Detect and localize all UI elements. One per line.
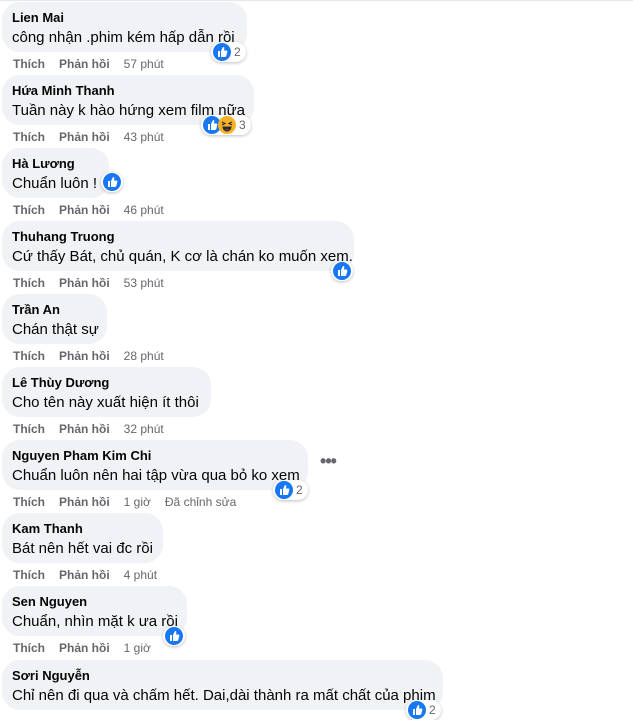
comment-actions: Thích Phản hồi 1 giờ Đã chỉnh sửa <box>13 494 250 510</box>
comment-author[interactable]: Sen Nguyen <box>12 594 177 610</box>
reaction-summary[interactable]: 3 <box>201 115 251 135</box>
comment-time[interactable]: 1 giờ <box>124 495 151 509</box>
reaction-count: 3 <box>239 118 246 132</box>
like-button[interactable]: Thích <box>13 57 45 71</box>
comment-author[interactable]: Lien Mai <box>12 10 237 26</box>
like-button[interactable]: Thích <box>13 203 45 217</box>
reply-button[interactable]: Phản hồi <box>59 422 110 436</box>
comment-bubble: Sen Nguyen Chuẩn, nhìn mặt k ưa rồi <box>2 586 187 636</box>
like-icon <box>408 701 426 719</box>
comment-actions: Thích Phản hồi 28 phút <box>13 348 178 364</box>
like-icon <box>213 43 231 61</box>
haha-icon <box>218 116 236 134</box>
top-divider <box>0 0 633 1</box>
reply-button[interactable]: Phản hồi <box>59 130 110 144</box>
comment-time[interactable]: 32 phút <box>124 422 164 436</box>
like-button[interactable]: Thích <box>13 276 45 290</box>
comment-author[interactable]: Hứa Minh Thanh <box>12 83 244 99</box>
reaction-summary[interactable]: 2 <box>273 480 308 500</box>
reply-button[interactable]: Phản hồi <box>59 495 110 509</box>
comment-actions: Thích Phản hồi 57 phút <box>13 56 178 72</box>
comment-text: công nhận .phim kém hấp dẫn rồi <box>12 29 235 46</box>
like-button[interactable]: Thích <box>13 568 45 582</box>
reaction-summary[interactable]: 2 <box>406 700 441 720</box>
comment-actions: Thích Phản hồi 43 phút <box>13 129 178 145</box>
comment-text: Chuẩn luôn nên hai tập vừa qua bỏ ko xem <box>12 467 300 484</box>
reply-button[interactable]: Phản hồi <box>59 641 110 655</box>
comment-bubble: Sơri Nguyễn Chỉ nên đi qua và chấm hết. … <box>2 660 443 710</box>
comment-author[interactable]: Sơri Nguyễn <box>12 668 433 684</box>
comment-bubble: Hà Lương Chuẩn luôn ! <box>2 148 109 198</box>
comment-time[interactable]: 46 phút <box>124 203 164 217</box>
like-button[interactable]: Thích <box>13 495 45 509</box>
reply-button[interactable]: Phản hồi <box>59 203 110 217</box>
like-button[interactable]: Thích <box>13 422 45 436</box>
comment-time[interactable]: 53 phút <box>124 276 164 290</box>
like-button[interactable]: Thích <box>13 641 45 655</box>
comment-text: Chỉ nên đi qua và chấm hết. Dai,dài thàn… <box>12 687 436 704</box>
comment-time[interactable]: 43 phút <box>124 130 164 144</box>
like-icon <box>275 481 293 499</box>
comment-actions: Thích Phản hồi 4 phút <box>13 567 171 583</box>
reply-button[interactable]: Phản hồi <box>59 57 110 71</box>
comment-text: Bát nên hết vai đc rồi <box>12 540 153 557</box>
comment-actions: Thích Phản hồi 32 phút <box>13 421 178 437</box>
comment-bubble: Lien Mai công nhận .phim kém hấp dẫn rồi <box>2 2 247 52</box>
reaction-count: 2 <box>429 703 436 717</box>
comment-bubble: Lê Thùy Dương Cho tên này xuất hiện ít t… <box>2 367 211 417</box>
reaction-summary[interactable] <box>101 172 123 192</box>
comment-text: Chuẩn, nhìn mặt k ưa rồi <box>12 613 178 630</box>
comment-time[interactable]: 1 giờ <box>124 641 151 655</box>
comment-author[interactable]: Trần An <box>12 302 97 318</box>
comment-time[interactable]: 28 phút <box>124 349 164 363</box>
reaction-summary[interactable] <box>331 261 353 281</box>
comment-actions: Thích Phản hồi 46 phút <box>13 202 178 218</box>
comment-actions: Thích Phản hồi 1 giờ <box>13 640 165 656</box>
comment-author[interactable]: Nguyen Pham Kim Chi <box>12 448 298 464</box>
reply-button[interactable]: Phản hồi <box>59 349 110 363</box>
reaction-count: 2 <box>234 45 241 59</box>
reaction-count: 2 <box>296 483 303 497</box>
comment-author[interactable]: Kam Thanh <box>12 521 153 537</box>
comment-bubble: Nguyen Pham Kim Chi Chuẩn luôn nên hai t… <box>2 440 308 490</box>
comment-author[interactable]: Lê Thùy Dương <box>12 375 201 391</box>
more-options-icon[interactable]: ••• <box>318 452 338 472</box>
reaction-summary[interactable] <box>163 626 185 646</box>
comment-time[interactable]: 57 phút <box>124 57 164 71</box>
like-button[interactable]: Thích <box>13 349 45 363</box>
comment-text: Chán thật sự <box>12 321 99 338</box>
comment-author[interactable]: Hà Lương <box>12 156 99 172</box>
comment-author[interactable]: Thuhang Truong <box>12 229 344 245</box>
comment-text: Chuẩn luôn ! <box>12 175 98 192</box>
reaction-summary[interactable]: 2 <box>211 42 246 62</box>
comment-time[interactable]: 4 phút <box>124 568 157 582</box>
comment-bubble: Thuhang Truong Cứ thấy Bát, chủ quán, K … <box>2 221 354 271</box>
edited-label[interactable]: Đã chỉnh sửa <box>165 495 236 509</box>
reply-button[interactable]: Phản hồi <box>59 276 110 290</box>
comment-text: Cứ thấy Bát, chủ quán, K cơ là chán ko m… <box>12 248 353 265</box>
comment-text: Cho tên này xuất hiện ít thôi <box>12 394 199 411</box>
like-icon <box>103 173 121 191</box>
comment-bubble: Kam Thanh Bát nên hết vai đc rồi <box>2 513 163 563</box>
like-icon <box>165 627 183 645</box>
like-button[interactable]: Thích <box>13 130 45 144</box>
comment-bubble: Trần An Chán thật sự <box>2 294 107 344</box>
like-icon <box>333 262 351 280</box>
reply-button[interactable]: Phản hồi <box>59 568 110 582</box>
comment-actions: Thích Phản hồi 53 phút <box>13 275 178 291</box>
